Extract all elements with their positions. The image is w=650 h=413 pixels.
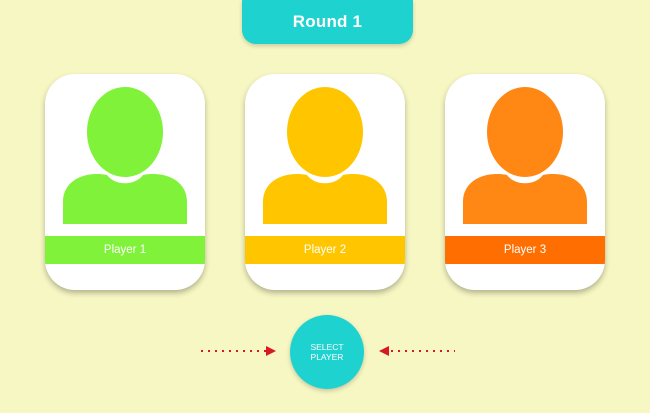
player-name: Player 2 <box>303 244 347 256</box>
player-name: Player 1 <box>103 244 147 256</box>
player-name-strip: Player 3 <box>445 236 605 264</box>
avatar-body <box>463 174 587 224</box>
avatar-body <box>263 174 387 224</box>
player-avatar-icon <box>263 87 387 224</box>
player-card-1[interactable]: Player 1 <box>45 74 205 290</box>
avatar-head <box>487 87 563 177</box>
dotted-arrow-left-icon <box>379 346 455 356</box>
round-title: Round 1 <box>292 12 363 31</box>
select-player-button[interactable]: SELECT PLAYER <box>290 315 364 389</box>
round-title-tab: Round 1 <box>242 0 413 44</box>
player-name-strip: Player 1 <box>45 236 205 264</box>
player-card-3[interactable]: Player 3 <box>445 74 605 290</box>
player-avatar-icon <box>63 87 187 224</box>
avatar-head <box>287 87 363 177</box>
player-avatar-icon <box>463 87 587 224</box>
avatar-head <box>87 87 163 177</box>
player-name: Player 3 <box>503 244 547 256</box>
player-card-2[interactable]: Player 2 <box>245 74 405 290</box>
avatar-body <box>63 174 187 224</box>
select-player-label: SELECT PLAYER <box>310 342 344 362</box>
arrow-head <box>266 346 276 356</box>
dotted-arrow-right-icon <box>201 346 276 356</box>
arrow-head <box>379 346 389 356</box>
player-name-strip: Player 2 <box>245 236 405 264</box>
